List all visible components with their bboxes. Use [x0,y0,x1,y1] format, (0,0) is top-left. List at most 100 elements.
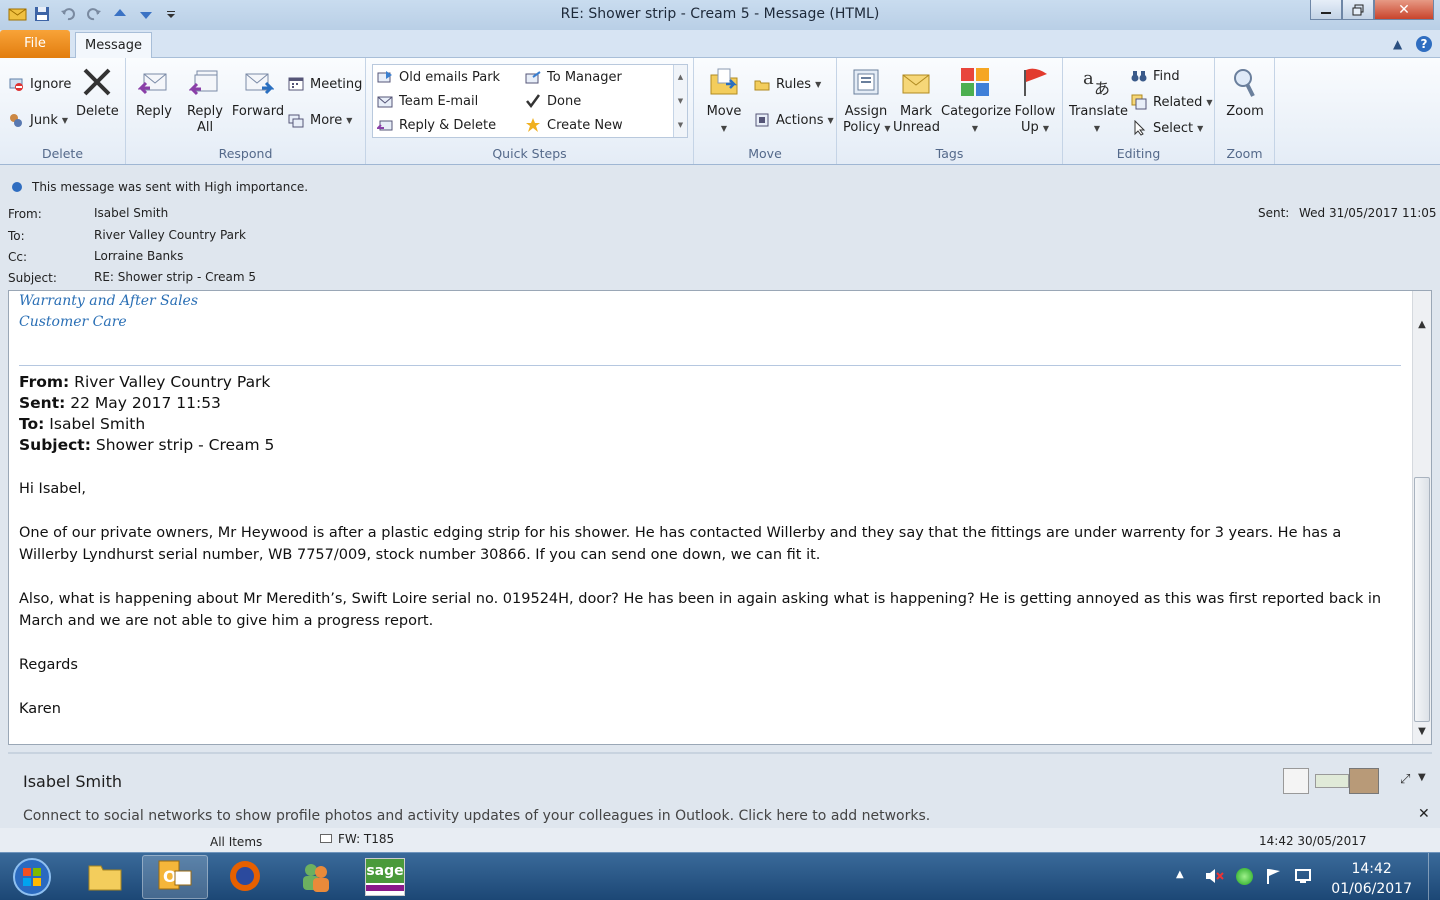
quickstep-create-new[interactable]: Create New [525,115,623,135]
quick-steps-scroll[interactable]: ▲ ▼ ▼ [673,65,687,137]
from-label: From: [8,207,42,221]
quickstep-done[interactable]: Done [525,91,581,111]
svg-text:a: a [1083,68,1094,89]
scroll-down-arrow[interactable]: ▼ [1415,726,1429,742]
binoculars-icon [1131,68,1147,84]
title-bar: RE: Shower strip - Cream 5 - Message (HT… [0,0,1440,30]
team-email-icon [377,93,393,109]
contact-photo-thumbnail[interactable] [1315,774,1349,788]
categorize-button[interactable]: Categorize ▼ [941,66,1011,137]
from-value[interactable]: Isabel Smith [94,206,168,220]
select-button[interactable]: Select ▼ [1131,118,1203,138]
zoom-button[interactable]: Zoom [1223,66,1267,120]
flag-icon [1019,66,1051,98]
tray-show-hidden-icon[interactable]: ▲ [1176,869,1184,880]
volume-muted-icon[interactable] [1204,867,1224,888]
create-new-icon [525,117,541,133]
message-body[interactable]: Warranty and After Sales Customer Care F… [8,290,1432,745]
close-button[interactable]: ✕ [1374,0,1434,20]
minimize-ribbon-icon[interactable]: ▲ [1393,37,1402,51]
forward-button[interactable]: Forward [230,66,286,120]
translate-button[interactable]: aあ Translate ▼ [1069,66,1128,137]
tab-message[interactable]: Message [75,32,152,59]
quick-steps-gallery: Old emails Park Team E-mail Reply & Dele… [372,64,688,138]
delete-button[interactable]: Delete [76,66,119,120]
forward-icon [242,66,275,98]
taskbar-contacts[interactable] [282,855,348,899]
scroll-thumb[interactable] [1414,477,1430,722]
quoted-to-line: To: Isabel Smith [19,415,146,433]
follow-up-button[interactable]: Follow Up ▼ [1013,66,1057,137]
start-button[interactable] [4,855,60,899]
quickstep-team-email[interactable]: Team E-mail [377,91,478,111]
meeting-button[interactable]: Meeting [288,74,362,94]
tab-file[interactable]: File [0,30,70,58]
ribbon-tabs: File Message ▲ ? [0,30,1440,59]
dismiss-connect-icon[interactable]: ✕ [1418,806,1430,822]
junk-button[interactable]: Junk ▼ [8,110,68,130]
subject-label: Subject: [8,271,57,285]
mark-unread-button[interactable]: Mark Unread [893,66,940,136]
quoted-from-line: From: River Valley Country Park [19,373,271,391]
rules-icon [754,76,770,92]
reply-all-button[interactable]: Reply All [182,66,228,136]
assign-policy-icon [850,66,882,98]
reply-button[interactable]: Reply [134,66,174,120]
status-green-icon[interactable] [1236,868,1253,885]
network-icon[interactable] [1294,867,1316,888]
group-label-zoom: Zoom [1226,146,1263,161]
collapse-pane-icon[interactable]: ▼ [1418,772,1426,783]
cc-value[interactable]: Lorraine Banks [94,249,183,263]
contact-photo-avatar[interactable] [1349,768,1379,794]
svg-text:あ: あ [1094,79,1110,98]
social-connect-link[interactable]: Connect to social networks to show profi… [23,808,930,824]
background-list-item[interactable]: FW: T185 [320,832,394,846]
move-to-folder-icon [377,69,393,85]
quoted-subject-line: Subject: Shower strip - Cream 5 [19,436,275,454]
group-label-move: Move [748,146,782,161]
group-label-delete: Delete [41,146,84,161]
taskbar-clock[interactable]: 14:42 01/06/2017 [1331,859,1412,899]
ignore-button[interactable]: Ignore [8,74,71,94]
to-value[interactable]: River Valley Country Park [94,228,246,242]
categorize-icon [959,66,991,98]
to-manager-icon [525,69,541,85]
actions-button[interactable]: Actions ▼ [754,110,834,130]
assign-policy-button[interactable]: Assign Policy ▼ [843,66,891,137]
minimize-button[interactable] [1310,0,1342,20]
firefox-icon [227,858,263,897]
people-pane-name[interactable]: Isabel Smith [23,772,122,791]
taskbar-sage[interactable]: sage [352,855,418,899]
paragraph-1: One of our private owners, Mr Heywood is… [19,525,1342,563]
signature-line-2: Customer Care [19,314,127,330]
people-icon [297,858,333,897]
related-button[interactable]: Related ▼ [1131,92,1213,112]
cc-label: Cc: [8,250,28,264]
taskbar-explorer[interactable] [72,855,138,899]
rules-button[interactable]: Rules ▼ [754,74,821,94]
more-respond-button[interactable]: More ▼ [288,110,352,130]
quickstep-reply-delete[interactable]: Reply & Delete [375,115,496,135]
quickstep-old-emails-park[interactable]: Old emails Park [377,67,500,87]
taskbar-outlook[interactable]: O [142,855,208,899]
scroll-up-arrow[interactable]: ▲ [1415,319,1429,335]
junk-icon [8,112,24,128]
move-button[interactable]: Move ▼ [704,66,744,137]
reply-all-icon [188,66,221,98]
group-tags: Assign Policy ▼ Mark Unread Categorize ▼ F… [837,58,1063,164]
action-center-flag-icon[interactable] [1266,867,1282,888]
body-scrollbar[interactable]: ▲ ▼ [1412,291,1431,744]
all-items-label[interactable]: All Items [210,835,262,849]
help-icon[interactable]: ? [1416,36,1432,52]
taskbar-firefox[interactable] [212,855,278,899]
show-desktop-button[interactable] [1428,853,1440,900]
group-zoom: Zoom Zoom [1215,58,1275,164]
find-button[interactable]: Find [1131,66,1180,86]
more-icon [288,112,304,128]
expand-pane-icon[interactable]: ⤢ [1400,772,1410,787]
restore-button[interactable] [1342,0,1374,20]
reply-icon [137,66,170,98]
contact-photo-placeholder-icon[interactable] [1283,768,1309,794]
magnifier-icon [1229,66,1261,98]
quickstep-to-manager[interactable]: To Manager [525,67,622,87]
